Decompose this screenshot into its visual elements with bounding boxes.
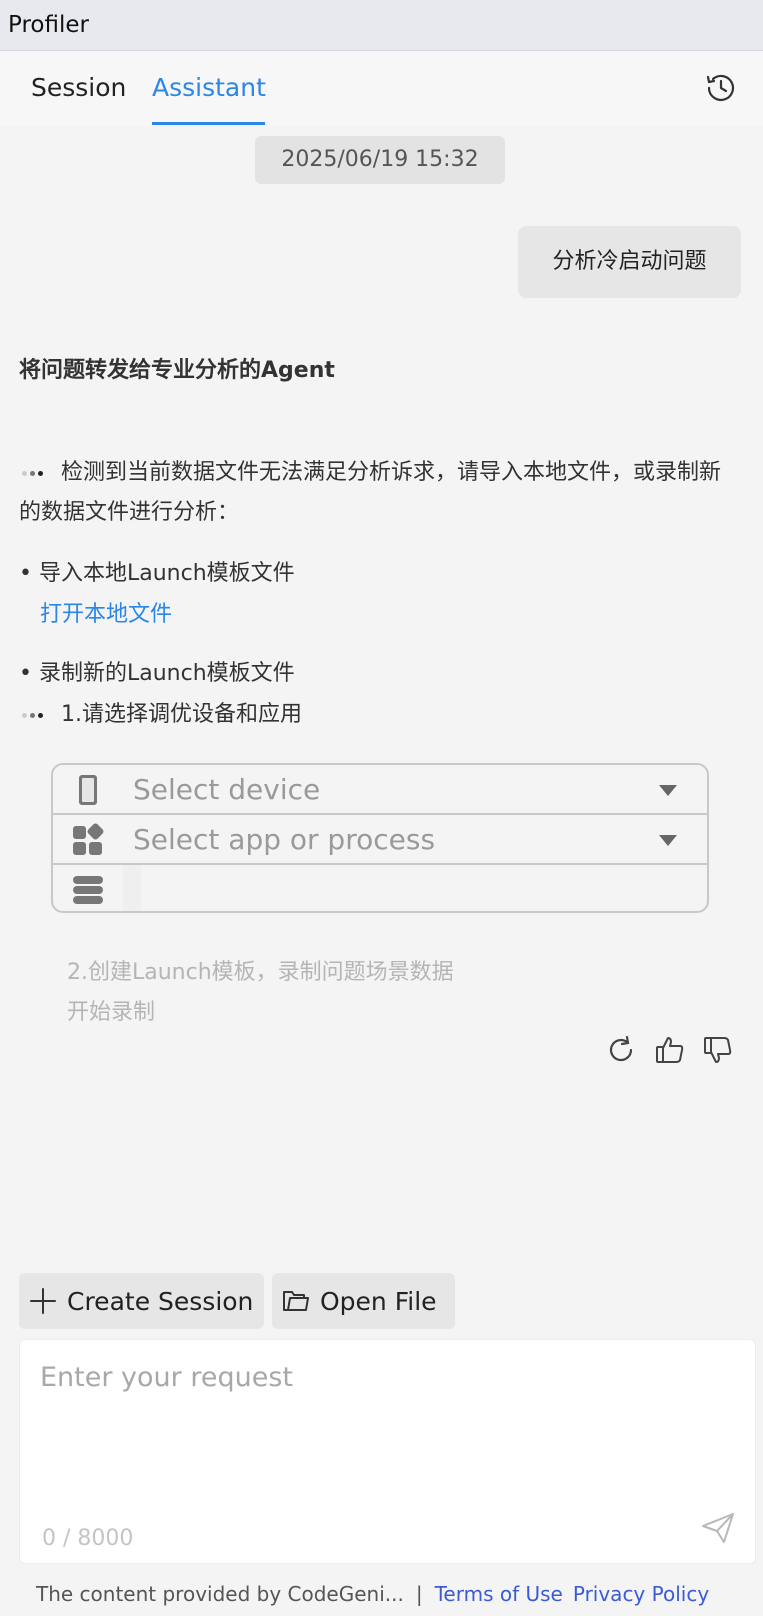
detect-message-text: 检测到当前数据文件无法满足分析诉求，请导入本地文件，或录制新的数据文件进行分析：: [19, 460, 722, 525]
thumbs-down-icon[interactable]: [702, 1034, 734, 1066]
loading-dots-icon: [19, 468, 49, 478]
device-select-placeholder: Select device: [133, 773, 321, 806]
open-file-button[interactable]: Open File: [272, 1273, 455, 1329]
title-bar: Profiler: [0, 0, 763, 51]
request-input-container: 0 / 8000: [19, 1339, 756, 1564]
refresh-icon[interactable]: [605, 1034, 637, 1066]
chat-timestamp: 2025/06/19 15:32: [255, 136, 505, 184]
chevron-down-icon: [659, 835, 677, 846]
create-session-label: Create Session: [67, 1287, 254, 1316]
step-2: 2.创建Launch模板，录制问题场景数据 开始录制: [67, 953, 454, 1033]
detect-message: 检测到当前数据文件无法满足分析诉求，请导入本地文件，或录制新的数据文件进行分析：: [19, 453, 739, 533]
folder-icon: [282, 1287, 310, 1315]
open-local-file-link[interactable]: 打开本地文件: [40, 596, 172, 628]
app-select-placeholder: Select app or process: [133, 823, 436, 856]
step-1: 1.请选择调优设备和应用: [19, 696, 302, 728]
tab-session[interactable]: Session: [31, 73, 126, 102]
request-input[interactable]: [20, 1340, 755, 1490]
option-record: • 录制新的Launch模板文件: [19, 661, 295, 686]
loading-dots-icon: [19, 710, 49, 720]
tab-assistant[interactable]: Assistant: [152, 73, 266, 102]
thumbs-up-icon[interactable]: [654, 1034, 686, 1066]
apps-grid-icon: [71, 823, 105, 857]
option-import: • 导入本地Launch模板文件: [19, 561, 295, 586]
tab-bar: Session Assistant: [0, 51, 763, 126]
terms-of-use-link[interactable]: Terms of Use: [435, 1582, 563, 1606]
send-icon[interactable]: [700, 1512, 736, 1544]
user-message-bubble: 分析冷启动问题: [518, 226, 741, 298]
footer-disclaimer: The content provided by CodeGeni...: [36, 1582, 404, 1606]
chevron-down-icon: [659, 785, 677, 796]
create-session-button[interactable]: Create Session: [19, 1273, 264, 1329]
step-2-text: 2.创建Launch模板，录制问题场景数据: [67, 960, 454, 985]
phone-icon: [71, 773, 105, 807]
device-select[interactable]: Select device: [53, 765, 707, 815]
start-recording-button[interactable]: 开始录制: [67, 993, 454, 1033]
stack-icon: [71, 873, 105, 907]
row-divider: [123, 865, 141, 911]
plus-icon: [29, 1287, 57, 1315]
device-app-selector: Select device Select app or process: [51, 763, 709, 913]
footer: The content provided by CodeGeni... | Term…: [36, 1582, 709, 1606]
active-tab-indicator: [152, 122, 265, 125]
step-1-text: 1.请选择调优设备和应用: [61, 702, 302, 727]
agent-response-title: 将问题转发给专业分析的Agent: [19, 358, 335, 383]
character-counter: 0 / 8000: [42, 1526, 134, 1551]
process-select[interactable]: [53, 865, 707, 911]
open-file-label: Open File: [320, 1287, 437, 1316]
footer-separator: |: [415, 1582, 423, 1606]
history-icon[interactable]: [704, 71, 738, 105]
privacy-policy-link[interactable]: Privacy Policy: [573, 1582, 709, 1606]
app-select[interactable]: Select app or process: [53, 815, 707, 865]
window-title: Profiler: [8, 12, 89, 38]
